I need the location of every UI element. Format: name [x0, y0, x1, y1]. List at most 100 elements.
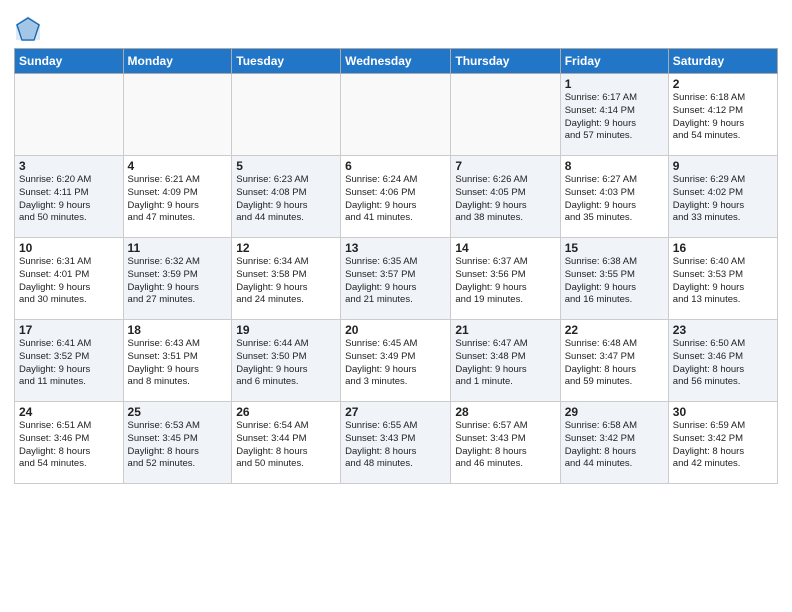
day-number: 23 [673, 323, 773, 337]
day-number: 22 [565, 323, 664, 337]
calendar-cell: 23Sunrise: 6:50 AM Sunset: 3:46 PM Dayli… [668, 320, 777, 402]
calendar-cell: 4Sunrise: 6:21 AM Sunset: 4:09 PM Daylig… [123, 156, 232, 238]
calendar-cell: 27Sunrise: 6:55 AM Sunset: 3:43 PM Dayli… [341, 402, 451, 484]
calendar-week-3: 10Sunrise: 6:31 AM Sunset: 4:01 PM Dayli… [15, 238, 778, 320]
calendar-cell: 21Sunrise: 6:47 AM Sunset: 3:48 PM Dayli… [451, 320, 560, 402]
calendar-cell [232, 74, 341, 156]
day-info: Sunrise: 6:32 AM Sunset: 3:59 PM Dayligh… [128, 256, 228, 307]
day-info: Sunrise: 6:23 AM Sunset: 4:08 PM Dayligh… [236, 174, 336, 225]
calendar-cell: 18Sunrise: 6:43 AM Sunset: 3:51 PM Dayli… [123, 320, 232, 402]
calendar-cell: 16Sunrise: 6:40 AM Sunset: 3:53 PM Dayli… [668, 238, 777, 320]
day-info: Sunrise: 6:47 AM Sunset: 3:48 PM Dayligh… [455, 338, 555, 389]
day-number: 1 [565, 77, 664, 91]
day-number: 2 [673, 77, 773, 91]
calendar-week-5: 24Sunrise: 6:51 AM Sunset: 3:46 PM Dayli… [15, 402, 778, 484]
day-info: Sunrise: 6:31 AM Sunset: 4:01 PM Dayligh… [19, 256, 119, 307]
calendar-cell: 9Sunrise: 6:29 AM Sunset: 4:02 PM Daylig… [668, 156, 777, 238]
day-info: Sunrise: 6:44 AM Sunset: 3:50 PM Dayligh… [236, 338, 336, 389]
day-info: Sunrise: 6:35 AM Sunset: 3:57 PM Dayligh… [345, 256, 446, 307]
day-info: Sunrise: 6:26 AM Sunset: 4:05 PM Dayligh… [455, 174, 555, 225]
day-number: 4 [128, 159, 228, 173]
header [14, 10, 778, 42]
calendar-cell: 2Sunrise: 6:18 AM Sunset: 4:12 PM Daylig… [668, 74, 777, 156]
column-header-monday: Monday [123, 49, 232, 74]
day-number: 15 [565, 241, 664, 255]
calendar-week-4: 17Sunrise: 6:41 AM Sunset: 3:52 PM Dayli… [15, 320, 778, 402]
day-info: Sunrise: 6:43 AM Sunset: 3:51 PM Dayligh… [128, 338, 228, 389]
calendar-cell: 29Sunrise: 6:58 AM Sunset: 3:42 PM Dayli… [560, 402, 668, 484]
page-container: SundayMondayTuesdayWednesdayThursdayFrid… [0, 0, 792, 492]
logo [14, 14, 45, 42]
calendar-cell: 5Sunrise: 6:23 AM Sunset: 4:08 PM Daylig… [232, 156, 341, 238]
day-number: 7 [455, 159, 555, 173]
day-number: 28 [455, 405, 555, 419]
day-number: 25 [128, 405, 228, 419]
day-info: Sunrise: 6:37 AM Sunset: 3:56 PM Dayligh… [455, 256, 555, 307]
calendar-cell: 7Sunrise: 6:26 AM Sunset: 4:05 PM Daylig… [451, 156, 560, 238]
column-header-saturday: Saturday [668, 49, 777, 74]
calendar-cell: 25Sunrise: 6:53 AM Sunset: 3:45 PM Dayli… [123, 402, 232, 484]
day-number: 29 [565, 405, 664, 419]
day-number: 6 [345, 159, 446, 173]
day-number: 27 [345, 405, 446, 419]
day-info: Sunrise: 6:59 AM Sunset: 3:42 PM Dayligh… [673, 420, 773, 471]
day-info: Sunrise: 6:38 AM Sunset: 3:55 PM Dayligh… [565, 256, 664, 307]
calendar-cell: 30Sunrise: 6:59 AM Sunset: 3:42 PM Dayli… [668, 402, 777, 484]
column-header-thursday: Thursday [451, 49, 560, 74]
day-info: Sunrise: 6:45 AM Sunset: 3:49 PM Dayligh… [345, 338, 446, 389]
day-number: 5 [236, 159, 336, 173]
day-info: Sunrise: 6:54 AM Sunset: 3:44 PM Dayligh… [236, 420, 336, 471]
calendar-cell: 12Sunrise: 6:34 AM Sunset: 3:58 PM Dayli… [232, 238, 341, 320]
day-number: 3 [19, 159, 119, 173]
calendar-table: SundayMondayTuesdayWednesdayThursdayFrid… [14, 48, 778, 484]
column-header-sunday: Sunday [15, 49, 124, 74]
day-number: 20 [345, 323, 446, 337]
calendar-cell: 8Sunrise: 6:27 AM Sunset: 4:03 PM Daylig… [560, 156, 668, 238]
column-header-tuesday: Tuesday [232, 49, 341, 74]
day-info: Sunrise: 6:21 AM Sunset: 4:09 PM Dayligh… [128, 174, 228, 225]
calendar-cell: 20Sunrise: 6:45 AM Sunset: 3:49 PM Dayli… [341, 320, 451, 402]
calendar-cell [341, 74, 451, 156]
day-number: 17 [19, 323, 119, 337]
calendar-cell: 14Sunrise: 6:37 AM Sunset: 3:56 PM Dayli… [451, 238, 560, 320]
calendar-week-1: 1Sunrise: 6:17 AM Sunset: 4:14 PM Daylig… [15, 74, 778, 156]
day-info: Sunrise: 6:27 AM Sunset: 4:03 PM Dayligh… [565, 174, 664, 225]
day-info: Sunrise: 6:53 AM Sunset: 3:45 PM Dayligh… [128, 420, 228, 471]
calendar-cell: 26Sunrise: 6:54 AM Sunset: 3:44 PM Dayli… [232, 402, 341, 484]
day-info: Sunrise: 6:24 AM Sunset: 4:06 PM Dayligh… [345, 174, 446, 225]
calendar-cell: 3Sunrise: 6:20 AM Sunset: 4:11 PM Daylig… [15, 156, 124, 238]
day-number: 18 [128, 323, 228, 337]
day-info: Sunrise: 6:20 AM Sunset: 4:11 PM Dayligh… [19, 174, 119, 225]
calendar-cell: 6Sunrise: 6:24 AM Sunset: 4:06 PM Daylig… [341, 156, 451, 238]
day-info: Sunrise: 6:51 AM Sunset: 3:46 PM Dayligh… [19, 420, 119, 471]
calendar-cell: 22Sunrise: 6:48 AM Sunset: 3:47 PM Dayli… [560, 320, 668, 402]
calendar-cell: 10Sunrise: 6:31 AM Sunset: 4:01 PM Dayli… [15, 238, 124, 320]
day-number: 19 [236, 323, 336, 337]
day-info: Sunrise: 6:58 AM Sunset: 3:42 PM Dayligh… [565, 420, 664, 471]
calendar-cell: 13Sunrise: 6:35 AM Sunset: 3:57 PM Dayli… [341, 238, 451, 320]
calendar-week-2: 3Sunrise: 6:20 AM Sunset: 4:11 PM Daylig… [15, 156, 778, 238]
day-number: 24 [19, 405, 119, 419]
day-info: Sunrise: 6:55 AM Sunset: 3:43 PM Dayligh… [345, 420, 446, 471]
day-number: 9 [673, 159, 773, 173]
day-info: Sunrise: 6:41 AM Sunset: 3:52 PM Dayligh… [19, 338, 119, 389]
calendar-cell [123, 74, 232, 156]
day-number: 12 [236, 241, 336, 255]
calendar-cell [451, 74, 560, 156]
calendar-cell: 1Sunrise: 6:17 AM Sunset: 4:14 PM Daylig… [560, 74, 668, 156]
calendar-cell [15, 74, 124, 156]
day-number: 21 [455, 323, 555, 337]
day-info: Sunrise: 6:29 AM Sunset: 4:02 PM Dayligh… [673, 174, 773, 225]
day-number: 30 [673, 405, 773, 419]
day-number: 13 [345, 241, 446, 255]
day-info: Sunrise: 6:40 AM Sunset: 3:53 PM Dayligh… [673, 256, 773, 307]
calendar-cell: 24Sunrise: 6:51 AM Sunset: 3:46 PM Dayli… [15, 402, 124, 484]
day-info: Sunrise: 6:48 AM Sunset: 3:47 PM Dayligh… [565, 338, 664, 389]
column-header-wednesday: Wednesday [341, 49, 451, 74]
logo-icon [14, 14, 42, 42]
day-info: Sunrise: 6:50 AM Sunset: 3:46 PM Dayligh… [673, 338, 773, 389]
day-info: Sunrise: 6:57 AM Sunset: 3:43 PM Dayligh… [455, 420, 555, 471]
calendar-cell: 17Sunrise: 6:41 AM Sunset: 3:52 PM Dayli… [15, 320, 124, 402]
day-info: Sunrise: 6:17 AM Sunset: 4:14 PM Dayligh… [565, 92, 664, 143]
day-number: 26 [236, 405, 336, 419]
